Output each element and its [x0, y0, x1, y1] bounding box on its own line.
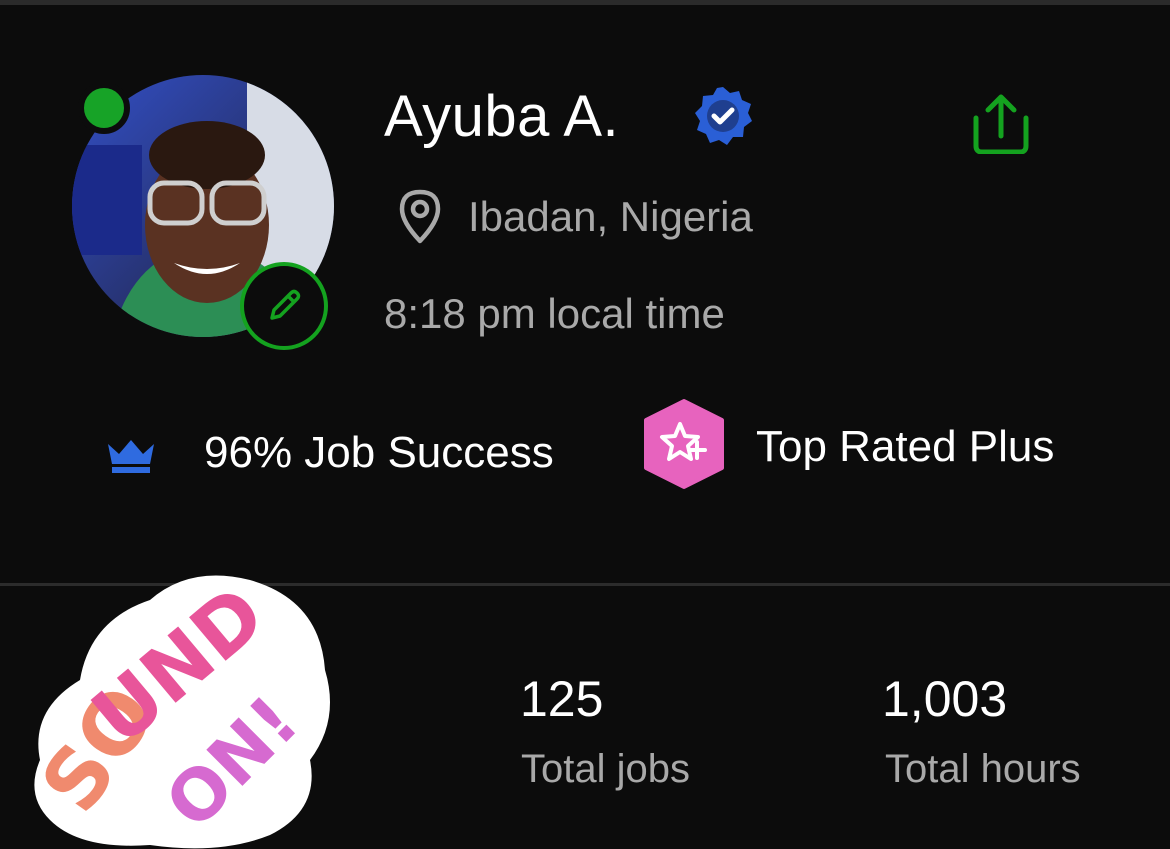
verified-badge-icon: [695, 87, 752, 145]
edit-avatar-button[interactable]: [240, 262, 328, 350]
share-icon[interactable]: [966, 92, 1036, 154]
total-hours-value: 1,003: [882, 671, 1008, 727]
profile-name: Ayuba A.: [384, 84, 620, 149]
profile-location: Ibadan, Nigeria: [468, 193, 753, 240]
total-jobs-label: Total jobs: [521, 747, 690, 791]
top-divider: [0, 0, 1170, 5]
online-status-dot: [78, 82, 130, 134]
job-success-score: 96% Job Success: [204, 428, 554, 477]
pencil-icon: [270, 289, 301, 320]
local-time: 8:18 pm local time: [384, 290, 725, 337]
location-pin-icon: [399, 189, 441, 244]
top-rated-plus-label: Top Rated Plus: [756, 422, 1055, 471]
total-jobs-value: 125: [520, 671, 604, 727]
top-rated-plus-badge-icon: [644, 399, 724, 489]
total-hours-label: Total hours: [885, 747, 1081, 791]
crown-icon: [108, 440, 154, 473]
sound-on-sticker: SO UND ON!: [23, 569, 330, 849]
